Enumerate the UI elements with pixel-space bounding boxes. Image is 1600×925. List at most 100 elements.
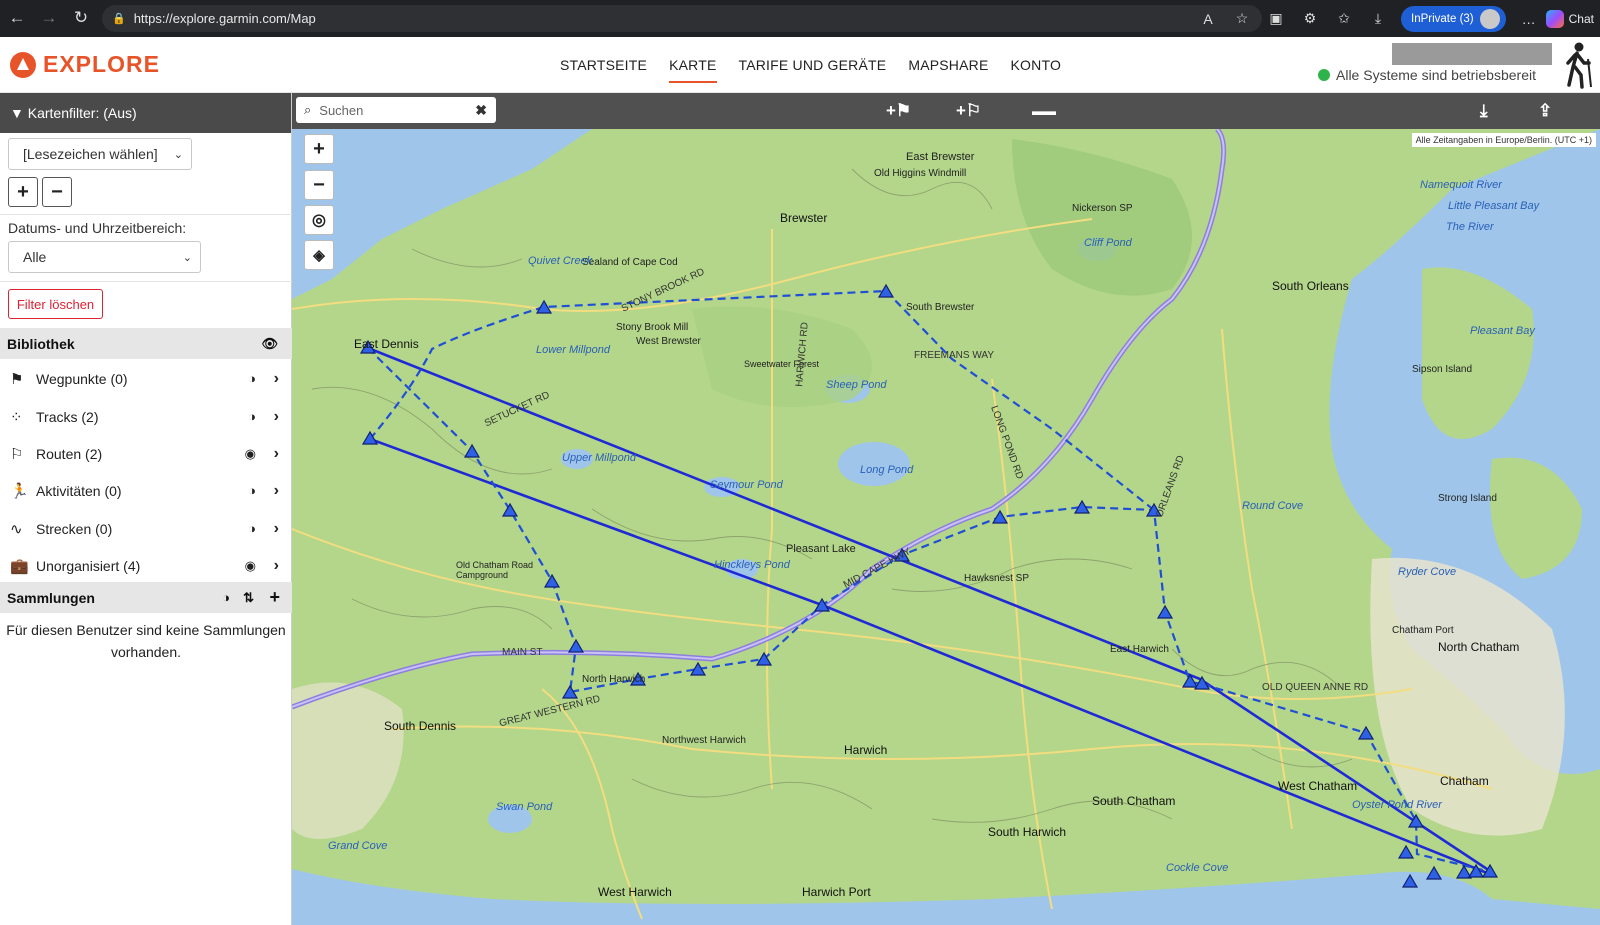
map-label: Brewster: [780, 211, 828, 225]
map-label: Upper Millpond: [562, 452, 636, 464]
map-label: Northwest Harwich: [662, 735, 746, 746]
library-item-courses[interactable]: ∿ Strecken (0) ◑ ›: [0, 510, 292, 547]
divider: [0, 214, 292, 215]
bookmark-select[interactable]: [Lesezeichen wählen] ⌄: [8, 138, 192, 170]
chevron-down-icon: ⌄: [173, 148, 183, 161]
map-label: FREEMANS WAY: [914, 350, 995, 361]
map-label: Namequoit River: [1420, 179, 1502, 191]
explore-logo[interactable]: EXPLORE: [10, 51, 160, 78]
collections-empty-message: Für diesen Benutzer sind keine Sammlunge…: [6, 622, 286, 660]
cape-cod-bay-water: [292, 129, 592, 299]
eye-icon[interactable]: ◉: [245, 558, 256, 574]
map-label: Stony Brook Mill: [616, 322, 689, 333]
add-route-icon[interactable]: +⚐: [956, 101, 981, 121]
map-label: MAIN ST: [502, 647, 543, 658]
nav-konto[interactable]: KONTO: [1011, 51, 1062, 79]
locate-me-button[interactable]: ◎: [304, 205, 334, 235]
collections-title: Sammlungen: [7, 589, 95, 606]
reload-icon[interactable]: ↻: [66, 3, 96, 33]
remove-bookmark-button[interactable]: −: [42, 177, 72, 207]
nav-karte[interactable]: KARTE: [669, 51, 717, 83]
favorite-star-icon[interactable]: ☆: [1225, 10, 1259, 27]
sort-icon[interactable]: ⇅: [243, 590, 254, 606]
inprivate-label: InPrivate (3): [1411, 12, 1474, 25]
system-status[interactable]: Alle Systeme sind betriebsbereit: [1318, 67, 1536, 83]
copilot-icon: [1545, 9, 1564, 28]
nav-mapshare[interactable]: MAPSHARE: [908, 51, 988, 79]
zoom-in-button[interactable]: +: [304, 134, 334, 164]
extension-icon[interactable]: ▣: [1259, 10, 1293, 27]
library-title: Bibliothek: [7, 335, 75, 352]
map-label: Hinckleys Pond: [714, 559, 790, 571]
chevron-right-icon[interactable]: ›: [274, 520, 279, 538]
chevron-right-icon[interactable]: ›: [274, 482, 279, 500]
library-item-label: Unorganisiert (4): [36, 557, 141, 574]
eye-hidden-icon[interactable]: ◑: [222, 590, 230, 605]
map-label: Sealand of Cape Cod: [582, 257, 678, 268]
library-item-tracks[interactable]: ⁘ Tracks (2) ◑ ›: [0, 398, 292, 435]
map-label: Long Pond: [860, 464, 914, 476]
eye-icon[interactable]: 👁: [261, 336, 278, 352]
map-label: Chatham Port: [1392, 625, 1454, 636]
chevron-right-icon[interactable]: ›: [274, 557, 279, 575]
map-filter-header[interactable]: ▼ Kartenfilter: (Aus): [0, 93, 291, 133]
map-label: Round Cove: [1242, 500, 1304, 512]
measure-ruler-icon[interactable]: ▬▬: [1032, 104, 1056, 118]
favorites-icon[interactable]: ✩: [1327, 10, 1361, 27]
library-item-label: Wegpunkte (0): [36, 370, 128, 387]
inprivate-button[interactable]: InPrivate (3): [1401, 5, 1506, 32]
add-collection-icon[interactable]: +: [269, 587, 280, 608]
chat-button[interactable]: Chat: [1545, 9, 1594, 28]
puzzle-icon[interactable]: ⚙: [1293, 10, 1327, 27]
chevron-right-icon[interactable]: ›: [274, 370, 279, 388]
import-icon[interactable]: ⤓: [1480, 101, 1488, 121]
address-bar[interactable]: 🔒 https://explore.garmin.com/Map: [102, 5, 1262, 32]
library-item-waypoints[interactable]: ⚑ Wegpunkte (0) ◑ ›: [0, 360, 292, 397]
route-waypoints: [359, 283, 1499, 888]
read-aloud-icon[interactable]: A: [1191, 11, 1225, 27]
map-label: Harwich: [844, 743, 888, 757]
share-icon[interactable]: ⇪: [1538, 101, 1552, 121]
activity-icon: 🏃: [10, 482, 29, 500]
eye-hidden-icon[interactable]: ◑: [248, 483, 256, 498]
library-item-label: Tracks (2): [36, 408, 99, 425]
eye-icon[interactable]: ◉: [245, 446, 256, 462]
more-menu-icon[interactable]: …: [1512, 11, 1546, 27]
add-bookmark-button[interactable]: +: [8, 177, 38, 207]
map-search-input[interactable]: ⌕ Suchen ✖: [296, 97, 496, 123]
chevron-right-icon[interactable]: ›: [274, 445, 279, 463]
layers-icon: ◈: [313, 247, 325, 264]
download-icon[interactable]: ⤓: [1361, 10, 1395, 27]
eye-hidden-icon[interactable]: ◑: [248, 371, 256, 386]
add-waypoint-icon[interactable]: +⚑: [886, 101, 911, 121]
map-label: Harwich Port: [802, 885, 871, 899]
clear-filter-button[interactable]: Filter löschen: [8, 289, 103, 319]
layers-button[interactable]: ◈: [304, 240, 334, 270]
forward-icon[interactable]: →: [34, 3, 64, 33]
route-lines: [367, 346, 1488, 875]
crosshair-icon: ◎: [312, 212, 326, 229]
library-item-routes[interactable]: ⚐ Routen (2) ◉ ›: [0, 435, 292, 472]
map-label: OLD QUEEN ANNE RD: [1262, 682, 1369, 693]
clear-search-icon[interactable]: ✖: [475, 102, 487, 119]
map-label: South Orleans: [1272, 279, 1349, 293]
timezone-note: Alle Zeitangaben in Europe/Berlin. (UTC …: [1411, 133, 1596, 147]
avatar: [1479, 8, 1500, 29]
library-item-unorganized[interactable]: 💼 Unorganisiert (4) ◉ ›: [0, 547, 292, 584]
map-filter-title: ▼ Kartenfilter: (Aus): [10, 105, 137, 121]
map-label: Seymour Pond: [710, 479, 783, 491]
zoom-out-button[interactable]: −: [304, 170, 334, 200]
eye-hidden-icon[interactable]: ◑: [248, 409, 256, 424]
map-canvas[interactable]: East Brewster Old Higgins Windmill Brews…: [292, 129, 1600, 925]
nav-tarife[interactable]: TARIFE UND GERÄTE: [739, 51, 887, 79]
date-range-select[interactable]: Alle ⌄: [8, 241, 201, 273]
eye-hidden-icon[interactable]: ◑: [248, 521, 256, 536]
chevron-right-icon[interactable]: ›: [274, 408, 279, 426]
nav-startseite[interactable]: STARTSEITE: [560, 51, 647, 79]
back-icon[interactable]: ←: [2, 3, 32, 33]
map-toolbar: ⌕ Suchen ✖ +⚑ +⚐ ▬▬ ⤓ ⇪: [292, 93, 1600, 129]
library-item-activities[interactable]: 🏃 Aktivitäten (0) ◑ ›: [0, 472, 292, 509]
map-label: Sweetwater Forest: [744, 359, 820, 369]
map-label: West Brewster: [636, 336, 701, 347]
hiker-icon[interactable]: [1562, 41, 1594, 89]
